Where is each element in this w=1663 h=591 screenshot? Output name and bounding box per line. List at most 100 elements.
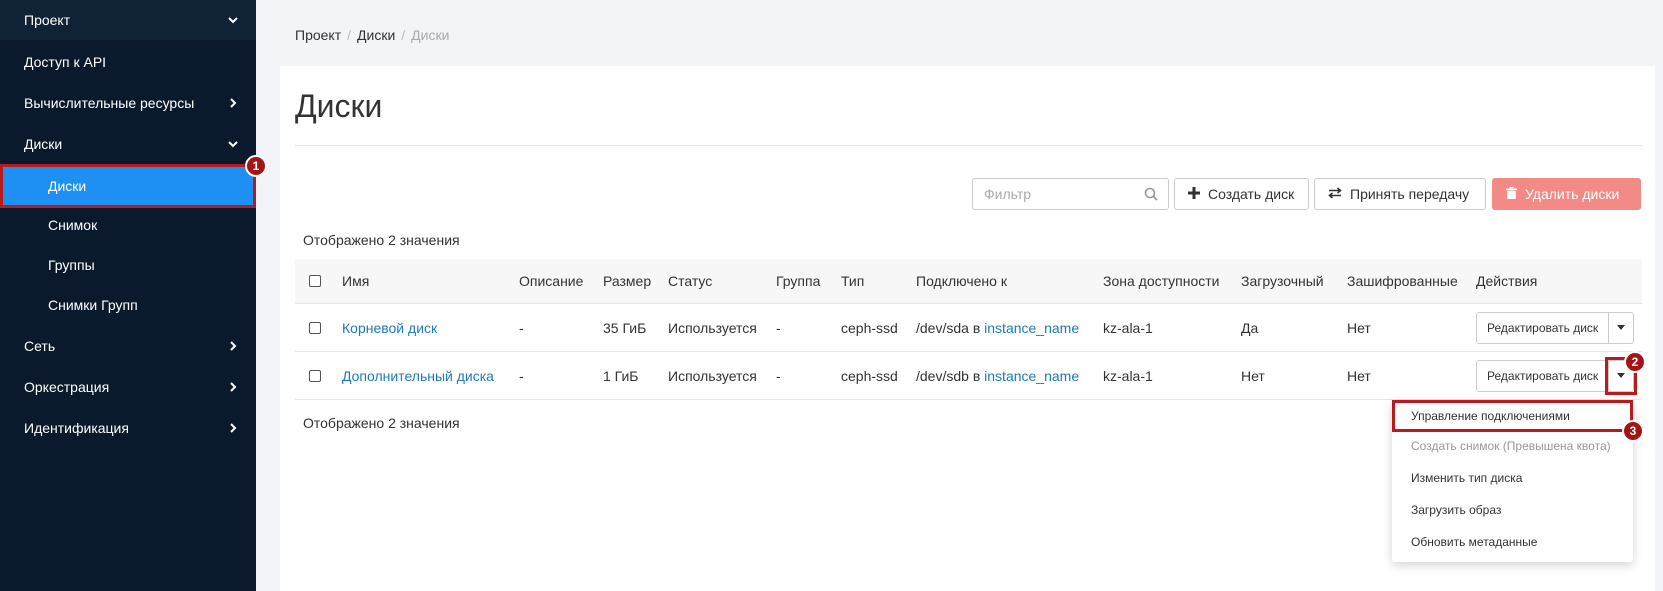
sidebar-item-label: Идентификация bbox=[24, 420, 129, 436]
sidebar-item-volumes-group[interactable]: Диски bbox=[0, 124, 256, 164]
edit-volume-button[interactable]: Редактировать диск bbox=[1477, 312, 1610, 343]
chevron-right-icon bbox=[226, 339, 240, 353]
breadcrumb-item[interactable]: Проект bbox=[295, 27, 341, 43]
volume-bootable: Да bbox=[1241, 319, 1259, 336]
column-header[interactable]: Зашифрованные bbox=[1347, 273, 1458, 289]
volume-size: 1 ГиБ bbox=[603, 367, 639, 384]
sidebar-item-label: Снимок bbox=[48, 217, 98, 233]
instance-link[interactable]: instance_name bbox=[984, 368, 1079, 384]
chevron-down-icon bbox=[226, 13, 240, 27]
column-header[interactable]: Статус bbox=[668, 273, 712, 289]
delete-volumes-label: Удалить диски bbox=[1525, 186, 1620, 202]
sidebar-item-api-access[interactable]: Доступ к API bbox=[0, 42, 256, 82]
plus-icon bbox=[1188, 186, 1200, 202]
create-volume-label: Создать диск bbox=[1208, 186, 1295, 202]
actions-dropdown-toggle[interactable] bbox=[1609, 313, 1633, 343]
sidebar-item-label: Сеть bbox=[24, 338, 56, 354]
sidebar-item-volumes[interactable]: Диски bbox=[0, 164, 256, 208]
column-header[interactable]: Загрузочный bbox=[1241, 273, 1324, 289]
divider bbox=[295, 145, 1642, 146]
sidebar-item-network[interactable]: Сеть bbox=[0, 326, 256, 366]
sidebar-item-groups[interactable]: Группы bbox=[0, 245, 256, 285]
update-metadata-item[interactable]: Обновить метаданные bbox=[1392, 526, 1633, 558]
edit-volume-button[interactable]: Редактировать диск bbox=[1477, 360, 1610, 391]
volume-zone: kz-ala-1 bbox=[1103, 367, 1153, 384]
sidebar-item-identity[interactable]: Идентификация bbox=[0, 408, 256, 448]
volume-type: ceph-ssd bbox=[841, 367, 898, 384]
column-header[interactable]: Группа bbox=[776, 273, 820, 289]
sidebar-item-label: Проект bbox=[24, 12, 71, 28]
column-header: Действия bbox=[1476, 273, 1538, 289]
sidebar-item-compute[interactable]: Вычислительные ресурсы bbox=[0, 83, 256, 123]
breadcrumb-item[interactable]: Диски bbox=[357, 27, 395, 43]
table-header-row: Имя Описание Размер Статус Группа Тип По… bbox=[295, 259, 1642, 303]
sidebar-item-label: Доступ к API bbox=[24, 54, 107, 70]
caret-down-icon bbox=[1617, 373, 1626, 378]
annotation-badge: 2 bbox=[1624, 351, 1646, 373]
filter-field[interactable] bbox=[972, 178, 1169, 210]
trash-icon bbox=[1506, 186, 1517, 202]
accept-transfer-button[interactable]: Принять передачу bbox=[1314, 178, 1486, 210]
volume-encrypted: Нет bbox=[1347, 319, 1371, 336]
sidebar-item-label: Оркестрация bbox=[24, 379, 110, 395]
volume-group: - bbox=[776, 319, 781, 336]
row-actions: Редактировать диск bbox=[1476, 311, 1635, 344]
attached-device: /dev/sdb в bbox=[916, 367, 981, 384]
chevron-down-icon bbox=[226, 137, 240, 151]
volume-attached: /dev/sdb в instance_name bbox=[916, 368, 1079, 384]
instance-link[interactable]: instance_name bbox=[984, 320, 1079, 336]
volume-name-link[interactable]: Корневой диск bbox=[342, 320, 437, 336]
volume-type: ceph-ssd bbox=[841, 319, 898, 336]
volume-status: Используется bbox=[668, 367, 757, 384]
filter-input[interactable] bbox=[973, 179, 1133, 209]
column-header[interactable]: Описание bbox=[519, 273, 583, 289]
volume-name-link[interactable]: Дополнительный диска bbox=[342, 368, 494, 384]
sidebar-item-label: Снимки Групп bbox=[48, 297, 138, 313]
items-count-footer: Отображено 2 значения bbox=[303, 415, 460, 431]
breadcrumb-separator: / bbox=[347, 27, 352, 43]
volume-description: - bbox=[519, 367, 524, 384]
items-count: Отображено 2 значения bbox=[303, 232, 460, 248]
row-actions: Редактировать диск bbox=[1476, 356, 1638, 395]
volume-attached: /dev/sda в instance_name bbox=[916, 320, 1079, 336]
volume-description: - bbox=[519, 319, 524, 336]
delete-volumes-button[interactable]: Удалить диски bbox=[1492, 178, 1641, 210]
upload-image-item[interactable]: Загрузить образ bbox=[1392, 494, 1633, 526]
change-volume-type-item[interactable]: Изменить тип диска bbox=[1392, 462, 1633, 494]
sidebar-item-orchestration[interactable]: Оркестрация bbox=[0, 367, 256, 407]
sidebar-item-snapshots[interactable]: Снимок bbox=[0, 205, 256, 245]
volume-encrypted: Нет bbox=[1347, 367, 1371, 384]
caret-down-icon bbox=[1617, 325, 1626, 330]
create-snapshot-item: Создать снимок (Превышена квота) bbox=[1411, 439, 1611, 453]
volume-bootable: Нет bbox=[1241, 367, 1265, 384]
table-row: Корневой диск - 35 ГиБ Используется - ce… bbox=[295, 303, 1642, 351]
manage-attachments-item[interactable]: Управление подключениями bbox=[1392, 400, 1633, 432]
breadcrumb-separator: / bbox=[401, 27, 406, 43]
select-all-checkbox[interactable] bbox=[309, 275, 321, 287]
sidebar-item-project[interactable]: Проект bbox=[0, 0, 256, 40]
chevron-right-icon bbox=[226, 380, 240, 394]
column-header[interactable]: Размер bbox=[603, 273, 651, 289]
volume-group: - bbox=[776, 367, 781, 384]
page-title: Диски bbox=[295, 88, 383, 124]
volume-size: 35 ГиБ bbox=[603, 319, 647, 336]
breadcrumb: Проект / Диски / Диски bbox=[295, 27, 449, 43]
sidebar-item-label: Вычислительные ресурсы bbox=[24, 95, 195, 111]
annotation-badge: 3 bbox=[1622, 420, 1644, 442]
sidebar-item-group-snapshots[interactable]: Снимки Групп bbox=[0, 285, 256, 325]
search-icon[interactable] bbox=[1144, 187, 1158, 206]
accept-transfer-label: Принять передачу bbox=[1350, 186, 1470, 202]
column-header[interactable]: Имя bbox=[342, 273, 369, 289]
sidebar-item-label: Группы bbox=[48, 257, 95, 273]
column-header[interactable]: Тип bbox=[841, 273, 864, 289]
column-header[interactable]: Подключено к bbox=[916, 273, 1007, 289]
chevron-right-icon bbox=[226, 96, 240, 110]
row-checkbox[interactable] bbox=[309, 321, 321, 334]
create-volume-button[interactable]: Создать диск bbox=[1174, 178, 1309, 210]
chevron-right-icon bbox=[226, 421, 240, 435]
annotation-badge: 1 bbox=[245, 155, 267, 177]
row-checkbox[interactable] bbox=[309, 369, 321, 382]
volume-status: Используется bbox=[668, 319, 757, 336]
column-header[interactable]: Зона доступности bbox=[1103, 273, 1220, 289]
breadcrumb-current: Диски bbox=[411, 27, 450, 43]
